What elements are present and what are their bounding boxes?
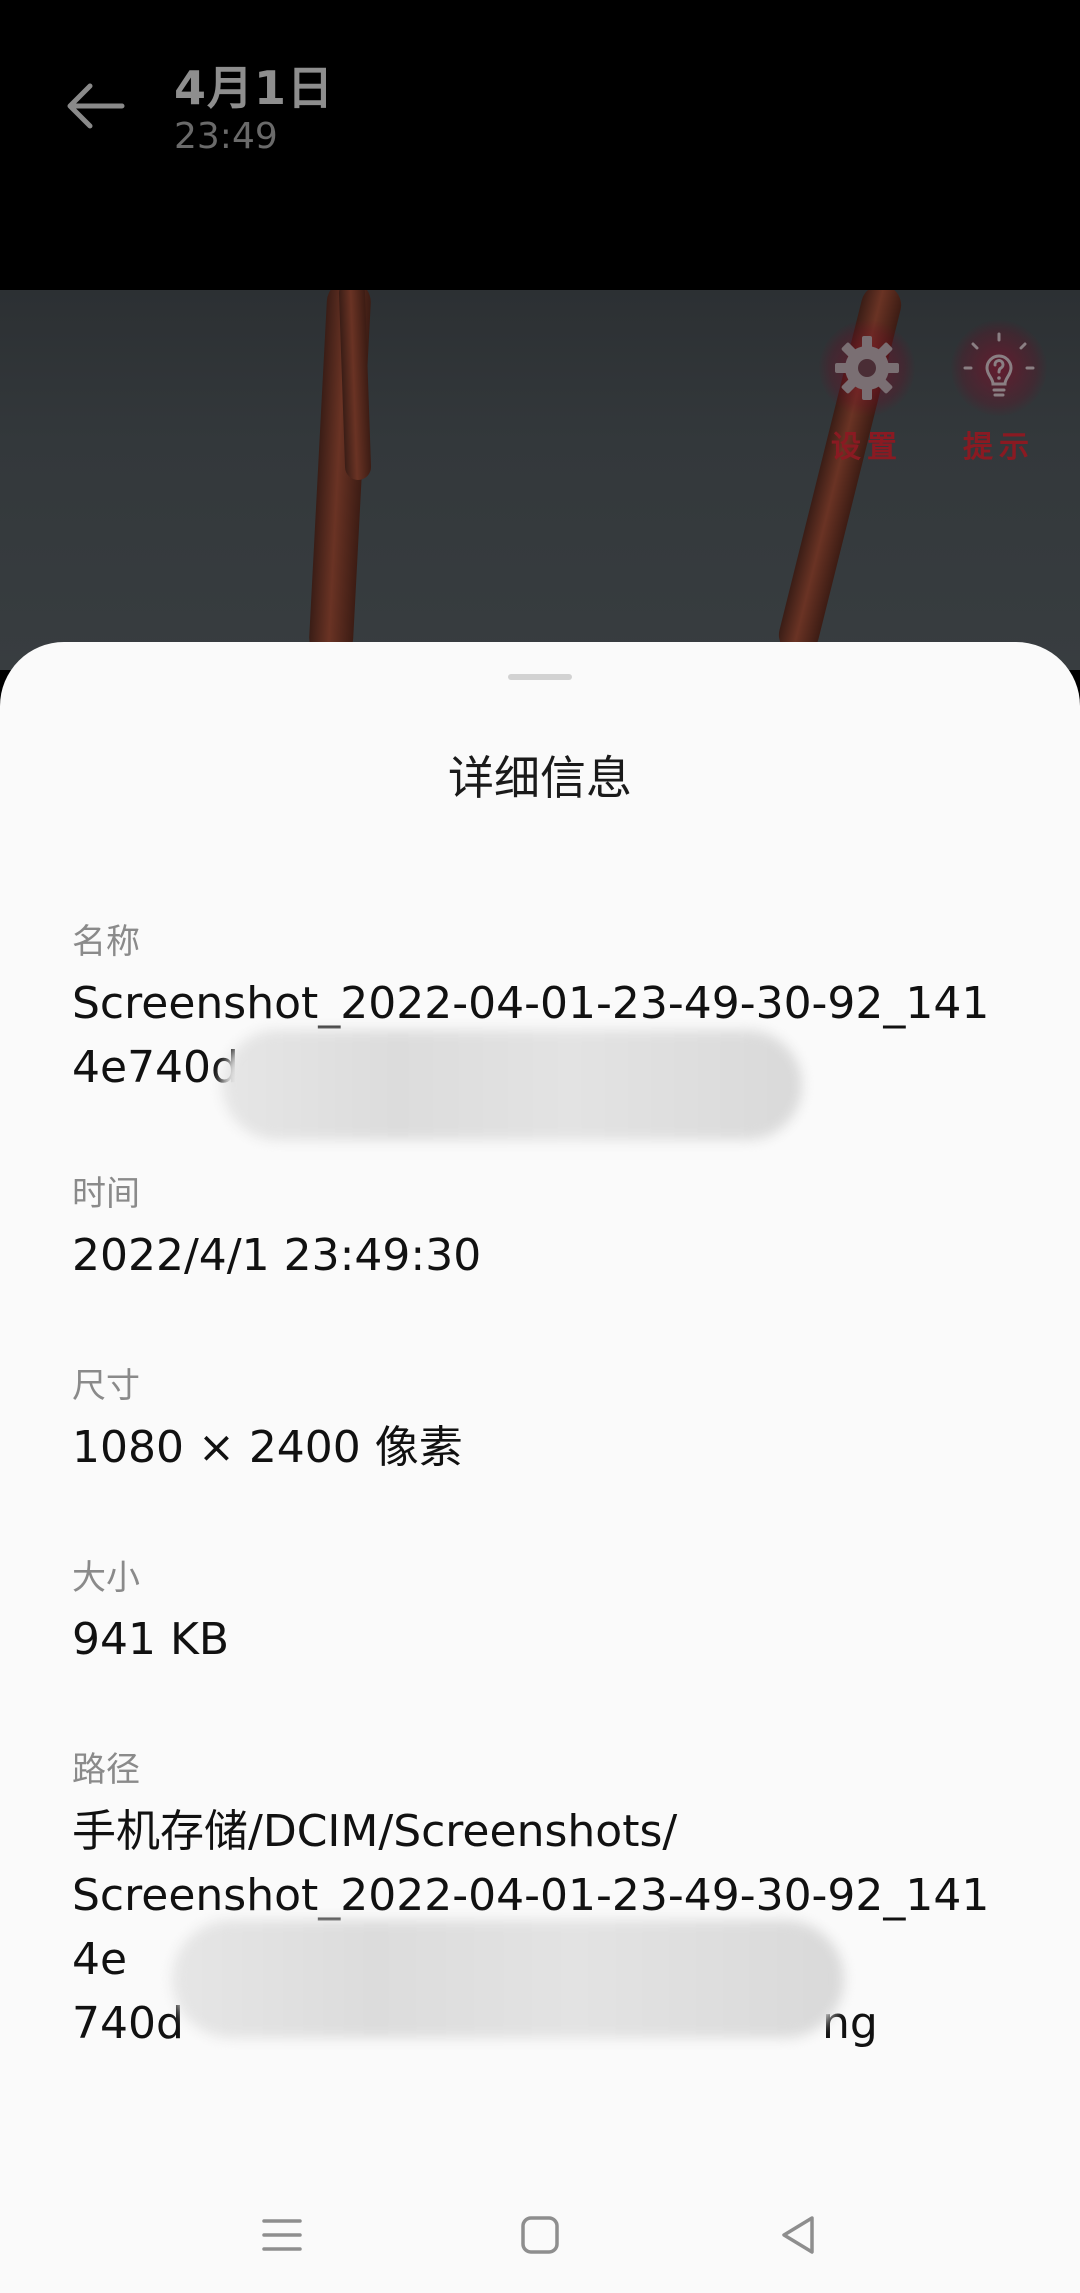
dimensions-label: 尺寸 <box>72 1366 140 1406</box>
dimensions-field: 尺寸 1080 × 2400 像素 <box>72 1364 1008 1480</box>
dimensions-value: 1080 × 2400 像素 <box>72 1422 463 1473</box>
hint-overlay-label: 提示 <box>963 430 1035 465</box>
filesize-field: 大小 941 KB <box>72 1556 1008 1672</box>
menu-icon <box>262 2219 302 2251</box>
time-value: 2022/4/1 23:49:30 <box>72 1230 482 1281</box>
time-label: 时间 <box>72 1174 140 1214</box>
hint-overlay-button: 提示 <box>944 320 1054 466</box>
back-arrow-icon <box>67 83 125 129</box>
sheet-drag-handle[interactable] <box>508 674 572 680</box>
path-line-3-start: 740d <box>72 1998 184 2049</box>
path-line-1: 手机存储/DCIM/Screenshots/ <box>72 1806 678 1857</box>
redacted-path-blur <box>172 1920 844 2038</box>
settings-overlay-label: 设置 <box>831 430 903 465</box>
recents-button[interactable] <box>242 2195 322 2275</box>
photo-date: 4月1日 <box>174 61 335 115</box>
gear-icon <box>835 336 899 400</box>
screen: 4月1日 23:49 设置 提示 详细信息 名称 Screenshot_2022… <box>0 0 1080 2293</box>
back-nav-button[interactable] <box>758 2195 838 2275</box>
back-button[interactable] <box>60 70 132 142</box>
system-nav-bar <box>0 2175 1080 2293</box>
sheet-title: 详细信息 <box>448 751 632 805</box>
name-label: 名称 <box>72 922 140 962</box>
top-bar: 4月1日 23:49 <box>0 0 1080 290</box>
photo-time: 23:49 <box>174 116 278 157</box>
redacted-name-blur <box>222 1030 802 1140</box>
settings-overlay-button: 设置 <box>812 320 922 466</box>
back-triangle-icon <box>782 2216 814 2254</box>
home-button[interactable] <box>500 2195 580 2275</box>
home-icon <box>521 2216 559 2254</box>
filesize-value: 941 KB <box>72 1614 230 1665</box>
time-field: 时间 2022/4/1 23:49:30 <box>72 1172 1008 1288</box>
filesize-label: 大小 <box>72 1558 140 1598</box>
photo-preview[interactable]: 设置 提示 <box>0 290 1080 670</box>
lightbulb-icon <box>963 332 1035 397</box>
path-label: 路径 <box>72 1750 140 1790</box>
details-sheet: 详细信息 名称 Screenshot_2022-04-01-23-49-30-9… <box>0 642 1080 2293</box>
